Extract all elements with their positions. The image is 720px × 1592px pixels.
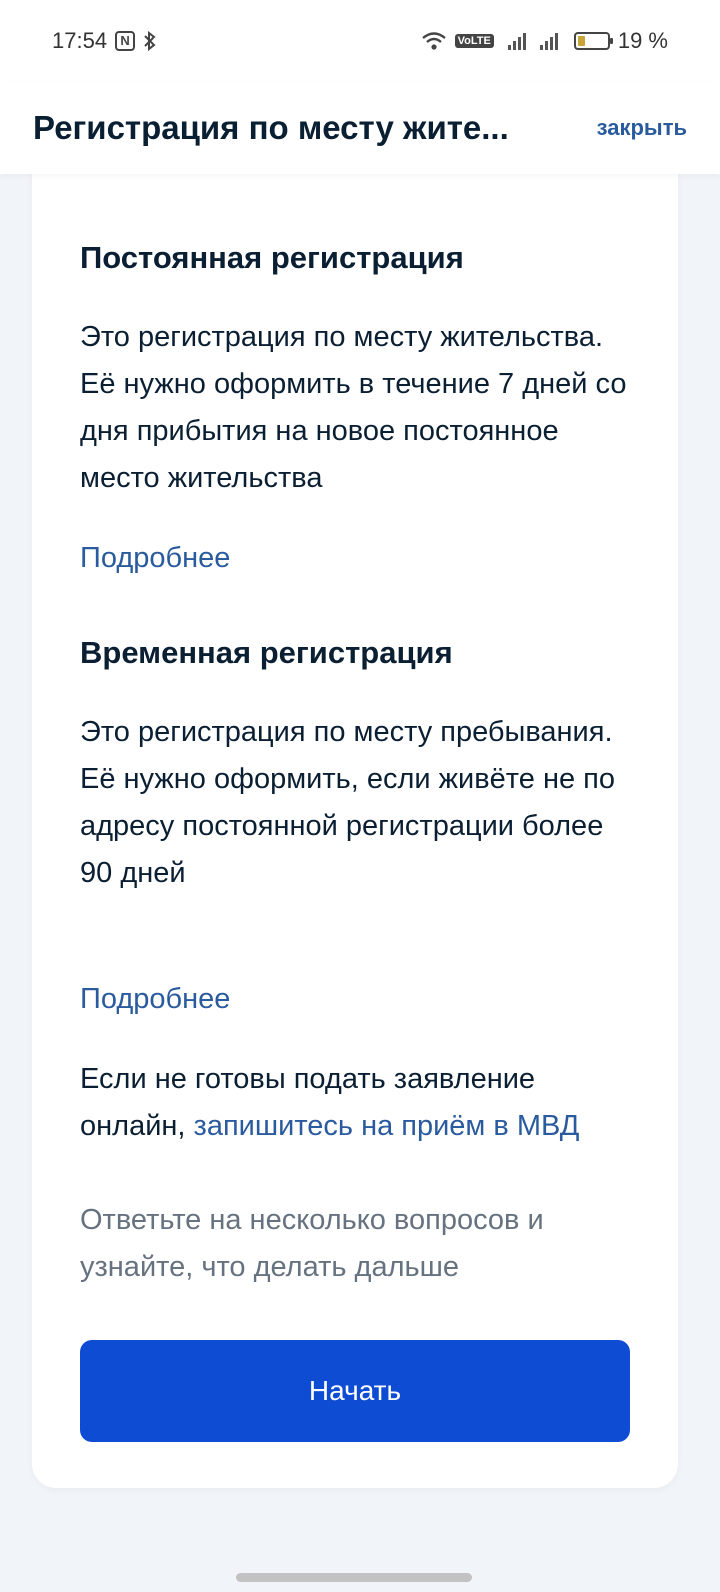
hint-text: Ответьте на несколько вопросов и узнайте… [80,1204,544,1283]
status-bar: 17:54 N VoLTE 19 % [0,0,720,82]
signal-icon [507,32,526,50]
status-right: VoLTE 19 % [421,28,668,54]
temporary-text-block: Это регистрация по месту пребывания. Её … [80,709,640,897]
temporary-more-link[interactable]: Подробнее [80,979,640,1019]
close-button[interactable]: закрыть [597,115,687,141]
offline-note-text: Если не готовы подать заявление онлайн, … [80,1056,640,1150]
app-header: Регистрация по месту жите... закрыть [0,82,720,174]
status-time: 17:54 [52,28,108,53]
permanent-more-link[interactable]: Подробнее [80,538,640,578]
permanent-section: Постоянная регистрация [80,238,640,278]
battery-percent: 19 % [617,28,668,53]
permanent-text: Это регистрация по месту жительства. Её … [80,321,627,494]
page-title: Регистрация по месту жите... [33,109,509,146]
temporary-text: Это регистрация по месту пребывания. Её … [80,716,615,889]
permanent-text-block: Это регистрация по месту жительства. Её … [80,314,640,502]
offline-note: Если не готовы подать заявление онлайн, … [80,1056,640,1150]
temporary-section: Временная регистрация [80,633,640,673]
temporary-more-block: Подробнее [80,979,640,1019]
home-indicator[interactable] [236,1573,472,1582]
signal-icon-2 [539,32,558,50]
hint-block: Ответьте на несколько вопросов и узнайте… [80,1197,640,1291]
wifi-icon [421,31,447,51]
bluetooth-icon [143,31,157,51]
start-button[interactable]: Начать [80,1340,630,1442]
status-left: 17:54 N [52,28,157,54]
volte-icon: VoLTE [454,34,494,48]
mvd-appointment-link[interactable]: запишитесь на приём в МВД [194,1110,580,1142]
battery-icon [573,32,613,50]
permanent-more-block: Подробнее [80,538,640,578]
permanent-title: Постоянная регистрация [80,240,464,275]
nfc-icon: N [115,31,136,51]
temporary-title: Временная регистрация [80,635,453,670]
